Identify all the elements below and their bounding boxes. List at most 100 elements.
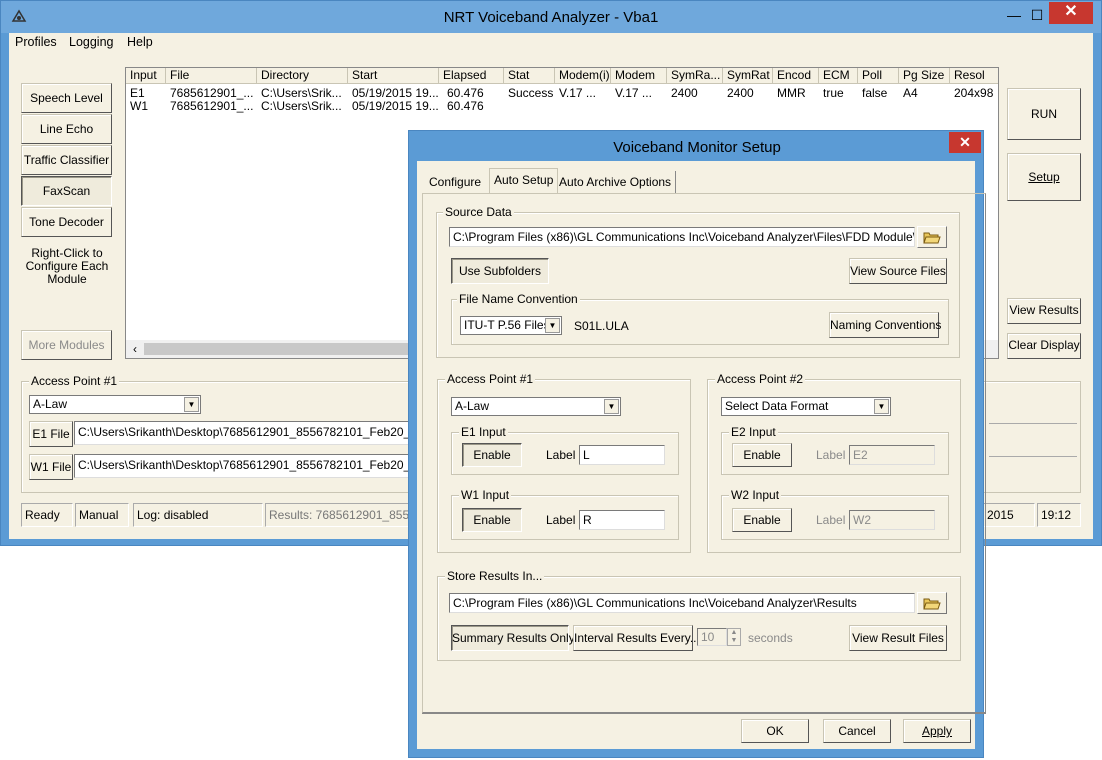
column-header[interactable]: Stat <box>504 68 555 84</box>
table-cell: V.17 ... <box>615 87 652 100</box>
e2-label-input[interactable]: E2 <box>849 445 935 465</box>
summary-results-toggle[interactable]: Summary Results Only <box>451 625 575 651</box>
column-header[interactable]: Modem <box>611 68 667 84</box>
naming-conventions-button[interactable]: Naming Conventions <box>829 312 941 338</box>
column-header[interactable]: SymRat <box>723 68 773 84</box>
interval-stepper[interactable]: ▲ ▼ <box>727 628 741 646</box>
chevron-down-icon[interactable]: ▼ <box>874 399 889 414</box>
w1-file-path[interactable]: C:\Users\Srikanth\Desktop\7685612901_855… <box>74 454 414 478</box>
column-header[interactable]: SymRa... <box>667 68 723 84</box>
column-header[interactable]: Start <box>348 68 439 84</box>
column-header[interactable]: Encod <box>773 68 819 84</box>
close-button[interactable]: ✕ <box>1049 2 1093 24</box>
store-results-label: Store Results In... <box>445 569 545 583</box>
e1-file-path-end <box>989 423 1077 424</box>
column-header[interactable]: Resol <box>950 68 998 84</box>
run-button[interactable]: RUN <box>1007 88 1081 140</box>
setup-button[interactable]: Setup <box>1007 153 1081 201</box>
e1-input-label: E1 Input <box>459 425 508 439</box>
e1-enable-toggle[interactable]: Enable <box>462 443 522 467</box>
modules-hint: Right-Click to Configure Each Module <box>25 246 109 286</box>
w1-enable-toggle[interactable]: Enable <box>462 508 522 532</box>
dialog-close-button[interactable]: ✕ <box>949 132 981 153</box>
tone-decoder-button[interactable]: Tone Decoder <box>21 207 112 237</box>
table-cell: true <box>823 87 844 100</box>
menu-help[interactable]: Help <box>127 35 153 49</box>
menu-bar: Profiles Logging Help <box>9 33 1093 53</box>
w2-enable-button[interactable]: Enable <box>732 508 792 532</box>
ok-button[interactable]: OK <box>741 719 809 743</box>
scroll-left-icon[interactable]: ‹ <box>128 341 142 357</box>
scroll-thumb[interactable] <box>144 343 414 355</box>
e1-label-input[interactable]: L <box>579 445 665 465</box>
table-cell: MMR <box>777 87 806 100</box>
clear-display-button[interactable]: Clear Display <box>1007 333 1081 359</box>
use-subfolders-toggle[interactable]: Use Subfolders <box>451 258 549 284</box>
access-point-format-select[interactable]: A-Law ▼ <box>29 395 201 414</box>
column-header[interactable]: Pg Size <box>899 68 950 84</box>
column-header[interactable]: Directory <box>257 68 348 84</box>
window-title: NRT Voiceband Analyzer - Vba1 <box>443 9 659 26</box>
interval-seconds-input[interactable]: 10 <box>697 628 727 646</box>
maximize-button[interactable]: ☐ <box>1025 5 1049 27</box>
view-result-files-button[interactable]: View Result Files <box>849 625 947 651</box>
e2-enable-button[interactable]: Enable <box>732 443 792 467</box>
source-path-input[interactable]: C:\Program Files (x86)\GL Communications… <box>449 227 915 247</box>
column-header[interactable]: File <box>166 68 257 84</box>
table-cell: 2400 <box>671 87 698 100</box>
source-folder-button[interactable] <box>917 226 947 248</box>
tab-configure[interactable]: Configure <box>425 171 485 193</box>
table-cell: C:\Users\Srik... <box>261 100 342 113</box>
interval-results-button[interactable]: Interval Results Every... <box>573 625 700 651</box>
w1-input-label: W1 Input <box>459 488 512 502</box>
w2-label-input[interactable]: W2 <box>849 510 935 530</box>
chevron-down-icon[interactable]: ▼ <box>184 397 199 412</box>
folder-open-icon <box>923 232 941 244</box>
ap2-format-select[interactable]: Select Data Format ▼ <box>721 397 891 416</box>
e1-file-button[interactable]: E1 File <box>29 421 73 447</box>
dialog-client: Configure Auto Setup Auto Archive Option… <box>417 161 986 749</box>
table-cell: W1 <box>130 100 148 113</box>
line-echo-button[interactable]: Line Echo <box>21 114 112 144</box>
table-cell: 2400 <box>727 87 754 100</box>
w1-label-input[interactable]: R <box>579 510 665 530</box>
table-cell: E1 <box>130 87 145 100</box>
w2-input-label: W2 Input <box>729 488 782 502</box>
speech-level-button[interactable]: Speech Level <box>21 83 112 113</box>
ap1-format-select[interactable]: A-Law ▼ <box>451 397 621 416</box>
column-header[interactable]: Modem(i) <box>555 68 611 84</box>
cancel-button[interactable]: Cancel <box>823 719 891 743</box>
w1-file-button[interactable]: W1 File <box>29 454 73 480</box>
menu-profiles[interactable]: Profiles <box>15 35 57 49</box>
column-header[interactable]: Input <box>126 68 166 84</box>
dialog-separator <box>422 713 986 714</box>
w2-label-text: Label <box>816 513 846 527</box>
apply-button[interactable]: Apply <box>903 719 971 743</box>
column-header[interactable]: Poll <box>858 68 899 84</box>
column-header[interactable]: ECM <box>819 68 858 84</box>
menu-logging[interactable]: Logging <box>69 35 114 49</box>
table-cell: 60.476 <box>447 100 484 113</box>
traffic-classifier-button[interactable]: Traffic Classifier <box>21 145 112 175</box>
file-name-convention-select[interactable]: ITU-T P.56 Files ▼ <box>460 316 562 335</box>
w1-file-path-end <box>989 456 1077 457</box>
faxscan-button[interactable]: FaxScan <box>21 176 112 206</box>
view-results-button[interactable]: View Results <box>1007 298 1081 324</box>
column-header[interactable]: Elapsed <box>439 68 504 84</box>
chevron-down-icon[interactable]: ▼ <box>604 399 619 414</box>
table-cell: C:\Users\Srik... <box>261 87 342 100</box>
results-folder-button[interactable] <box>917 592 947 614</box>
results-path-input[interactable]: C:\Program Files (x86)\GL Communications… <box>449 593 915 613</box>
tab-auto-setup[interactable]: Auto Setup <box>489 168 559 194</box>
status-results: Results: 7685612901_855678 <box>265 503 415 527</box>
tab-auto-archive[interactable]: Auto Archive Options <box>555 171 677 193</box>
ap2-format-value: Select Data Format <box>725 399 829 413</box>
title-bar: NRT Voiceband Analyzer - Vba1 — ☐ ✕ <box>1 1 1101 33</box>
table-cell: 7685612901_... <box>170 100 254 113</box>
table-cell: Success <box>508 87 554 100</box>
more-modules-button[interactable]: More Modules <box>21 330 112 360</box>
e1-file-path[interactable]: C:\Users\Srikanth\Desktop\7685612901_855… <box>74 421 414 445</box>
chevron-down-icon[interactable]: ▼ <box>545 318 560 333</box>
status-time: 19:12 <box>1037 503 1081 527</box>
view-source-files-button[interactable]: View Source Files <box>849 258 947 284</box>
